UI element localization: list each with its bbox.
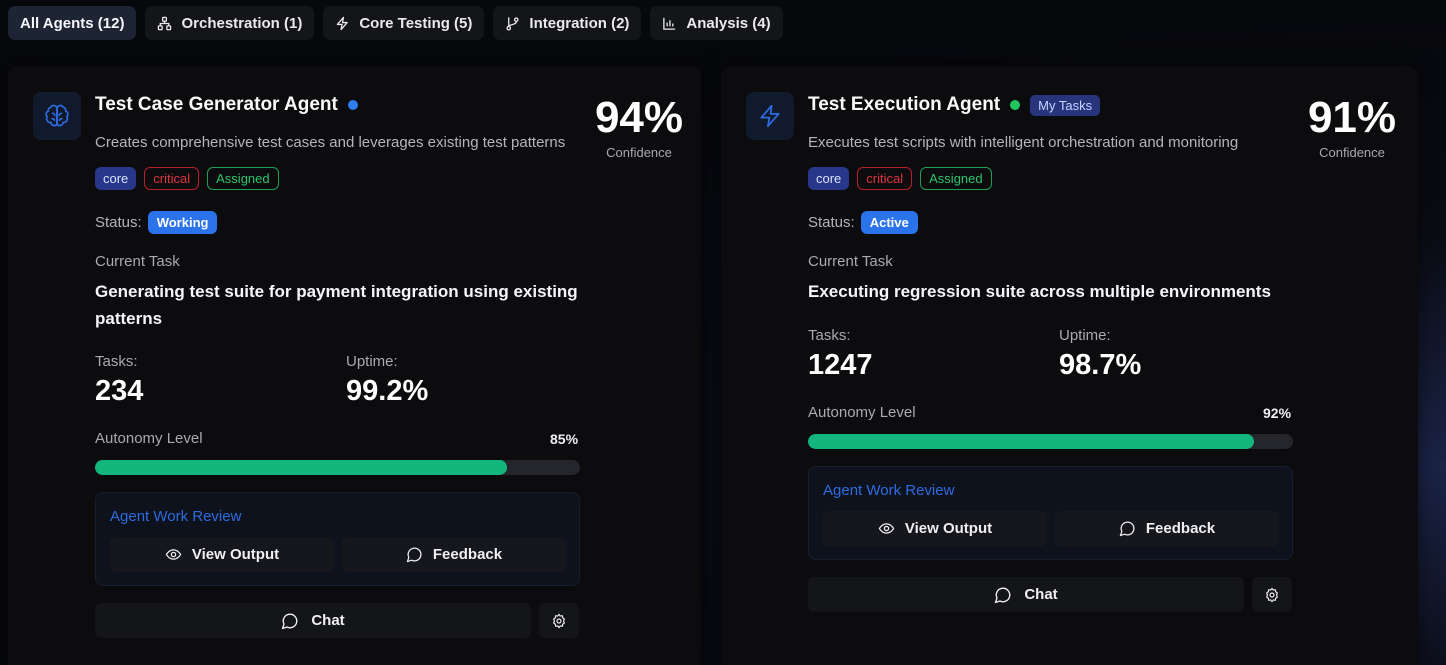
- eye-icon: [878, 523, 895, 534]
- review-title: Agent Work Review: [110, 508, 242, 525]
- agent-tags: core critical Assigned: [95, 167, 279, 190]
- tab-label: Analysis (4): [686, 14, 771, 32]
- status-label: Status:: [808, 214, 855, 231]
- agent-filter-tabs: All Agents (12) Orchestration (1) Core T…: [8, 6, 783, 40]
- agent-icon-box: [746, 92, 794, 140]
- autonomy-percent: 85%: [550, 431, 579, 447]
- current-task-text: Generating test suite for payment integr…: [95, 282, 578, 328]
- view-output-button[interactable]: View Output: [110, 537, 334, 572]
- view-output-label: View Output: [191, 546, 280, 563]
- my-tasks-badge: My Tasks: [1030, 94, 1101, 116]
- gear-icon: [1266, 587, 1278, 602]
- autonomy-progress-bar: [95, 460, 580, 475]
- tasks-value: 234: [95, 375, 144, 407]
- agent-card-test-execution: Test Execution Agent My Tasks Executes t…: [721, 66, 1418, 665]
- autonomy-label: Autonomy Level: [808, 404, 916, 421]
- tag-critical: critical: [857, 167, 913, 190]
- status-badge: Working: [147, 211, 218, 234]
- tab-all-agents[interactable]: All Agents (12): [8, 6, 137, 40]
- tasks-label: Tasks:: [808, 327, 851, 344]
- status-dot: [347, 100, 358, 110]
- agent-name: Test Execution Agent: [808, 94, 1001, 115]
- tab-core-testing[interactable]: Core Testing (5): [323, 6, 485, 40]
- tag-assigned: Assigned: [920, 167, 992, 190]
- agent-card-test-case-generator: Test Case Generator Agent Creates compre…: [8, 66, 701, 665]
- status-dot: [1010, 100, 1021, 110]
- view-output-button[interactable]: View Output: [823, 511, 1047, 546]
- feedback-button[interactable]: Feedback: [1055, 511, 1279, 546]
- bolt-icon: [337, 16, 349, 30]
- tab-label: All Agents (12): [20, 14, 125, 32]
- agent-description: Executes test scripts with intelligent o…: [808, 134, 1239, 151]
- brain-icon: [45, 104, 69, 127]
- review-title: Agent Work Review: [823, 482, 955, 499]
- autonomy-progress-bar: [808, 434, 1293, 449]
- autonomy-progress-fill: [808, 434, 1255, 449]
- tab-analysis[interactable]: Analysis (4): [650, 6, 783, 40]
- chat-button[interactable]: Chat: [95, 603, 531, 638]
- tab-label: Integration (2): [529, 14, 630, 32]
- agent-title-row: Test Case Generator Agent: [95, 94, 358, 116]
- agent-work-review-panel: Agent Work Review View Output Feedback: [808, 466, 1293, 560]
- uptime-value: 98.7%: [1059, 349, 1142, 381]
- chat-label: Chat: [1024, 586, 1058, 603]
- tab-label: Orchestration (1): [181, 14, 303, 32]
- current-task-label: Current Task: [808, 253, 893, 270]
- status-badge: Active: [860, 211, 918, 234]
- tag-assigned: Assigned: [207, 167, 279, 190]
- autonomy-label: Autonomy Level: [95, 430, 203, 447]
- agent-description: Creates comprehensive test cases and lev…: [95, 134, 566, 151]
- confidence-block: 91% Confidence: [1297, 92, 1407, 160]
- agent-work-review-panel: Agent Work Review View Output Feedback: [95, 492, 580, 586]
- message-circle-icon: [995, 587, 1011, 603]
- network-icon: [158, 16, 172, 30]
- tag-core: core: [95, 167, 137, 190]
- uptime-label: Uptime:: [1059, 327, 1111, 344]
- chat-label: Chat: [311, 612, 345, 629]
- feedback-button[interactable]: Feedback: [342, 537, 566, 572]
- feedback-label: Feedback: [432, 546, 503, 563]
- tasks-value: 1247: [808, 349, 873, 381]
- agent-title-row: Test Execution Agent My Tasks: [808, 94, 1101, 116]
- message-circle-icon: [282, 613, 298, 629]
- autonomy-progress-fill: [95, 460, 508, 475]
- confidence-block: 94% Confidence: [584, 92, 694, 160]
- agent-tags: core critical Assigned: [808, 167, 992, 190]
- confidence-value: 94%: [594, 93, 684, 142]
- uptime-label: Uptime:: [346, 353, 398, 370]
- tasks-label: Tasks:: [95, 353, 138, 370]
- settings-button[interactable]: [539, 603, 579, 638]
- autonomy-percent: 92%: [1263, 405, 1292, 421]
- feedback-label: Feedback: [1145, 520, 1216, 537]
- bar-chart-icon: [663, 17, 676, 30]
- tag-core: core: [808, 167, 850, 190]
- tab-label: Core Testing (5): [359, 14, 473, 32]
- uptime-value: 99.2%: [346, 375, 429, 407]
- agent-name: Test Case Generator Agent: [95, 94, 338, 115]
- status-row: Status: Active: [808, 211, 918, 234]
- chat-button[interactable]: Chat: [808, 577, 1244, 612]
- tag-critical: critical: [144, 167, 200, 190]
- view-output-label: View Output: [904, 520, 993, 537]
- settings-button[interactable]: [1252, 577, 1292, 612]
- confidence-label: Confidence: [1319, 145, 1385, 160]
- message-circle-icon: [406, 547, 422, 563]
- status-label: Status:: [95, 214, 142, 231]
- current-task-label: Current Task: [95, 253, 180, 270]
- git-branch-icon: [506, 16, 519, 31]
- confidence-value: 91%: [1307, 93, 1397, 142]
- agent-icon-box: [33, 92, 81, 140]
- tab-orchestration[interactable]: Orchestration (1): [145, 6, 315, 40]
- eye-icon: [165, 549, 182, 560]
- confidence-label: Confidence: [606, 145, 672, 160]
- bolt-icon: [760, 104, 780, 128]
- status-row: Status: Working: [95, 211, 218, 234]
- gear-icon: [553, 613, 565, 628]
- message-circle-icon: [1119, 521, 1135, 537]
- current-task-text: Executing regression suite across multip…: [808, 282, 1271, 301]
- tab-integration[interactable]: Integration (2): [493, 6, 642, 40]
